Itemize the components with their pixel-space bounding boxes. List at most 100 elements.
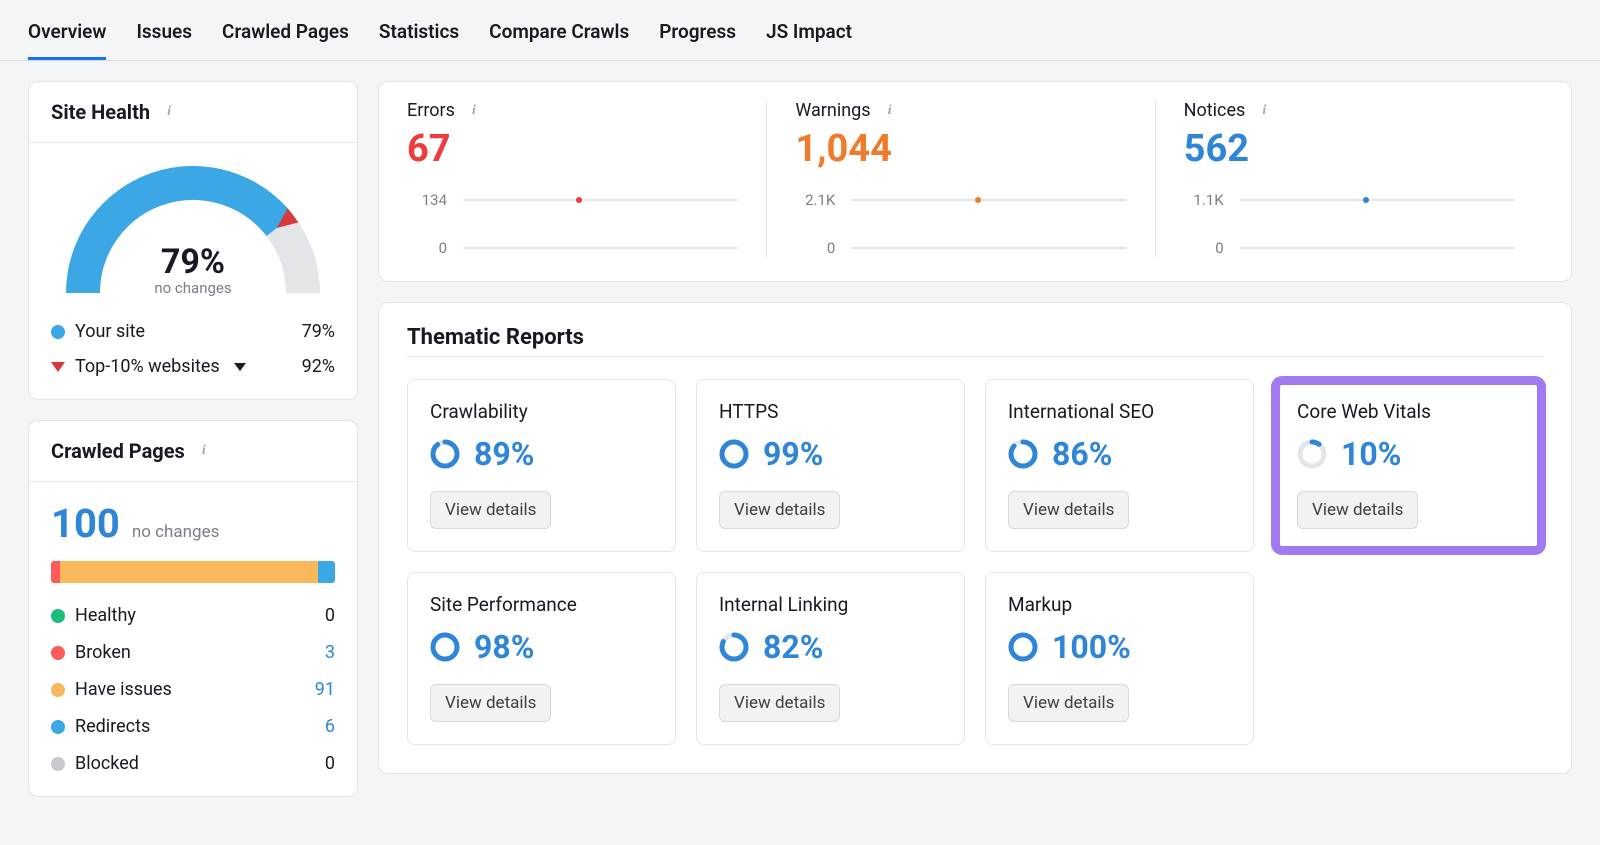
report-name: Internal Linking	[719, 593, 942, 616]
report-grid: Crawlability 89% View details HTTPS 99% …	[407, 379, 1543, 745]
sidebar: Site Health i 79% no changes	[28, 81, 358, 797]
report-percent: 100%	[1052, 628, 1131, 666]
crawled-row-value: 91	[299, 679, 335, 700]
summary-label: Notices	[1184, 100, 1246, 121]
summary-value: 67	[407, 127, 738, 171]
info-icon[interactable]: i	[1255, 102, 1273, 120]
site-health-title: Site Health	[51, 100, 150, 124]
info-icon[interactable]: i	[195, 442, 213, 460]
crawled-subtitle: no changes	[132, 522, 220, 542]
report-card-crawlability: Crawlability 89% View details	[407, 379, 676, 552]
bar-segment	[318, 561, 335, 583]
dot-icon	[51, 720, 65, 734]
top10-label: Top-10% websites	[75, 356, 220, 377]
legend-top10[interactable]: Top-10% websites 92%	[51, 356, 335, 377]
tab-compare-crawls[interactable]: Compare Crawls	[489, 10, 629, 60]
tab-issues[interactable]: Issues	[136, 10, 192, 60]
summary-label: Errors	[407, 100, 455, 121]
dot-icon	[51, 757, 65, 771]
crawled-row-value: 0	[299, 753, 335, 774]
crawled-row-value: 3	[299, 642, 335, 663]
info-icon[interactable]: i	[465, 102, 483, 120]
thematic-card: Thematic Reports Crawlability 89% View d…	[378, 302, 1572, 774]
content-column: Errors i 67 134 0 Warnings i 1,044 2.1K	[378, 81, 1572, 797]
info-icon[interactable]: i	[881, 102, 899, 120]
spark-line	[851, 247, 1126, 249]
info-icon[interactable]: i	[160, 103, 178, 121]
report-name: Site Performance	[430, 593, 653, 616]
crawled-row-label: Have issues	[75, 679, 172, 700]
view-details-button[interactable]: View details	[719, 491, 840, 529]
donut-icon	[719, 632, 749, 662]
main-layout: Site Health i 79% no changes	[0, 61, 1600, 817]
report-name: Markup	[1008, 593, 1231, 616]
report-percent: 86%	[1052, 435, 1112, 473]
crawled-breakdown-list: Healthy 0 Broken 3 Have issues 91 Redire…	[51, 605, 335, 774]
report-card-internal-linking: Internal Linking 82% View details	[696, 572, 965, 745]
top10-value: 92%	[302, 356, 335, 377]
report-card-core-web-vitals: Core Web Vitals 10% View details	[1274, 379, 1543, 552]
summary-warnings[interactable]: Warnings i 1,044 2.1K 0	[766, 100, 1154, 257]
crawled-row-blocked[interactable]: Blocked 0	[51, 753, 335, 774]
dot-icon	[51, 646, 65, 660]
tab-js-impact[interactable]: JS Impact	[766, 10, 852, 60]
site-health-gauge: 79% no changes	[51, 155, 335, 307]
dot-icon	[51, 325, 65, 339]
tab-crawled-pages[interactable]: Crawled Pages	[222, 10, 349, 60]
report-percent: 82%	[763, 628, 823, 666]
view-details-button[interactable]: View details	[430, 684, 551, 722]
dot-icon	[51, 683, 65, 697]
view-details-button[interactable]: View details	[1008, 491, 1129, 529]
caret-down-icon	[51, 362, 65, 372]
donut-icon	[1297, 439, 1327, 469]
view-details-button[interactable]: View details	[1008, 684, 1129, 722]
spark-line	[1240, 199, 1515, 201]
donut-icon	[430, 439, 460, 469]
report-name: Crawlability	[430, 400, 653, 423]
crawled-row-label: Healthy	[75, 605, 136, 626]
report-percent: 98%	[474, 628, 534, 666]
report-percent: 99%	[763, 435, 823, 473]
crawled-row-value: 6	[299, 716, 335, 737]
spark-max-label: 134	[407, 191, 447, 209]
report-name: International SEO	[1008, 400, 1231, 423]
donut-icon	[430, 632, 460, 662]
crawled-row-have-issues[interactable]: Have issues 91	[51, 679, 335, 700]
crawled-row-broken[interactable]: Broken 3	[51, 642, 335, 663]
tab-statistics[interactable]: Statistics	[379, 10, 459, 60]
tab-progress[interactable]: Progress	[659, 10, 736, 60]
view-details-button[interactable]: View details	[1297, 491, 1418, 529]
crawled-bar-chart	[51, 561, 335, 583]
dot-icon	[51, 609, 65, 623]
tabs-bar: Overview Issues Crawled Pages Statistics Com…	[0, 0, 1600, 61]
summary-notices[interactable]: Notices i 562 1.1K 0	[1155, 100, 1543, 257]
report-name: Core Web Vitals	[1297, 400, 1520, 423]
spark-line	[463, 247, 738, 249]
view-details-button[interactable]: View details	[719, 684, 840, 722]
crawled-pages-card: Crawled Pages i 100 no changes Healthy 0…	[28, 420, 358, 797]
crawled-row-redirects[interactable]: Redirects 6	[51, 716, 335, 737]
summary-value: 1,044	[795, 127, 1126, 171]
summary-value: 562	[1184, 127, 1515, 171]
gauge-percent: 79%	[161, 242, 225, 282]
report-card-https: HTTPS 99% View details	[696, 379, 965, 552]
chevron-down-icon	[234, 363, 246, 371]
crawled-row-value: 0	[299, 605, 335, 626]
crawled-row-label: Blocked	[75, 753, 139, 774]
spark-line	[1240, 247, 1515, 249]
donut-icon	[719, 439, 749, 469]
report-card-markup: Markup 100% View details	[985, 572, 1254, 745]
summary-card: Errors i 67 134 0 Warnings i 1,044 2.1K	[378, 81, 1572, 282]
report-card-international-seo: International SEO 86% View details	[985, 379, 1254, 552]
legend-your-site: Your site 79%	[51, 321, 335, 342]
report-name: HTTPS	[719, 400, 942, 423]
tab-overview[interactable]: Overview	[28, 10, 106, 60]
crawled-row-healthy[interactable]: Healthy 0	[51, 605, 335, 626]
summary-errors[interactable]: Errors i 67 134 0	[407, 100, 766, 257]
crawled-total[interactable]: 100	[51, 500, 120, 547]
thematic-title: Thematic Reports	[407, 325, 1543, 350]
view-details-button[interactable]: View details	[430, 491, 551, 529]
spark-line	[463, 199, 738, 201]
donut-icon	[1008, 632, 1038, 662]
your-site-value: 79%	[302, 321, 335, 342]
